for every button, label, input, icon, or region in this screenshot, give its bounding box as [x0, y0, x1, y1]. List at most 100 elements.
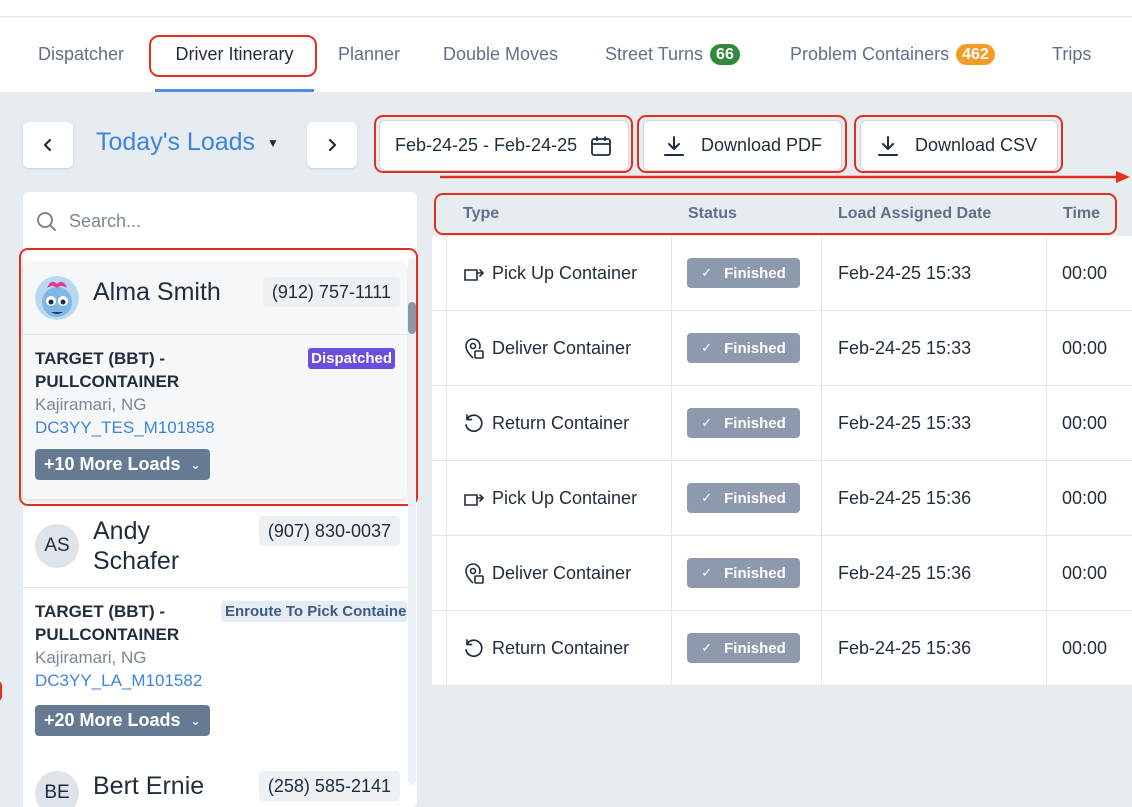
- table-header: Type Status Load Assigned Date Time: [432, 192, 1132, 236]
- status-badge: Dispatched: [308, 348, 395, 369]
- row-assigned-date: Feb-24-25 15:33: [838, 338, 972, 358]
- load-customer: TARGET (BBT) - PULLCONTAINER: [35, 349, 180, 391]
- table-row[interactable]: Return Container ✓ Finished Feb-24-25 15:…: [432, 386, 1132, 461]
- driver-name: Schafer: [93, 547, 180, 575]
- driver-phone: (907) 830-0037: [258, 516, 400, 546]
- row-type: Pick Up Container: [446, 236, 671, 311]
- row-assigned-date: Feb-24-25 15:33: [838, 413, 972, 433]
- table-row[interactable]: Deliver Container ✓ Finished Feb-24-25 15…: [432, 536, 1132, 611]
- tab-label: Double Moves: [443, 43, 559, 64]
- row-time: 00:00: [1062, 488, 1108, 508]
- table-row[interactable]: Pick Up Container ✓ Finished Feb-24-25 15…: [432, 236, 1132, 311]
- row-type-label: Deliver Container: [492, 563, 632, 583]
- search-input[interactable]: Search...: [69, 211, 141, 232]
- date-range-picker[interactable]: Feb-24-25 - Feb-24-25: [379, 120, 629, 171]
- load-reference-link[interactable]: DC3YY_LA_M101582: [35, 669, 407, 692]
- cell-divider: [671, 536, 672, 611]
- load-reference-link[interactable]: DC3YY_TES_M101858: [35, 416, 407, 439]
- cell-divider: [1046, 311, 1047, 386]
- chevron-left-icon: [43, 138, 52, 152]
- status-label: Finished: [724, 489, 786, 507]
- scrollbar-track[interactable]: [408, 258, 416, 785]
- status-label: Finished: [724, 414, 786, 432]
- cell-divider: [821, 311, 822, 386]
- load-summary: TARGET (BBT) - PULLCONTAINER Kajiramari,…: [23, 588, 407, 736]
- row-assigned-date: Feb-24-25 15:36: [838, 563, 972, 583]
- calendar-icon: [591, 136, 611, 156]
- search-bar[interactable]: Search...: [23, 192, 417, 250]
- driver-card[interactable]: Alma Smith (912) 757-1111 TARGET (BBT) -…: [23, 263, 407, 499]
- pickup-container-icon: [464, 268, 484, 281]
- row-time: 00:00: [1062, 638, 1108, 658]
- row-type-label: Deliver Container: [492, 338, 632, 358]
- tab-street-turns[interactable]: Street Turns 66: [605, 16, 740, 92]
- row-time: 00:00: [1062, 263, 1108, 283]
- count-badge: 462: [956, 43, 995, 65]
- cell-divider: [671, 386, 672, 461]
- cell-divider: [671, 311, 672, 386]
- column-header-type: Type: [463, 205, 500, 222]
- annotation-box: [0, 680, 2, 702]
- download-pdf-label: Download PDF: [701, 135, 823, 155]
- row-assigned-date: Feb-24-25 15:33: [838, 263, 972, 283]
- row-type-label: Return Container: [492, 413, 630, 433]
- tab-double-moves[interactable]: Double Moves: [443, 16, 558, 92]
- table-row[interactable]: Deliver Container ✓ Finished Feb-24-25 15…: [432, 311, 1132, 386]
- annotation-arrow-icon: [440, 171, 1130, 183]
- deliver-container-icon: [465, 337, 484, 359]
- check-icon: ✓: [701, 490, 713, 505]
- check-icon: ✓: [701, 415, 713, 430]
- tab-dispatcher[interactable]: Dispatcher: [38, 16, 124, 92]
- driver-card[interactable]: BE Bert Ernie (258) 585-2141: [23, 759, 407, 807]
- tab-problem-containers[interactable]: Problem Containers 462: [790, 16, 995, 92]
- column-header-time: Time: [1063, 205, 1101, 222]
- status-label: Finished: [724, 264, 786, 282]
- load-location: Kajiramari, NG: [35, 395, 147, 414]
- download-csv-button[interactable]: Download CSV: [860, 120, 1058, 171]
- table-row[interactable]: Return Container ✓ Finished Feb-24-25 15:…: [432, 611, 1132, 686]
- load-customer: TARGET (BBT) - PULLCONTAINER: [35, 602, 180, 644]
- driver-card[interactable]: AS Andy Schafer (907) 830-0037 TARGET (B…: [23, 510, 407, 752]
- tab-trips[interactable]: Trips: [1052, 16, 1091, 92]
- column-header-status: Status: [688, 205, 737, 222]
- download-pdf-button[interactable]: Download PDF: [643, 120, 842, 171]
- status-badge: ✓ Finished: [687, 258, 800, 288]
- row-type: Pick Up Container: [446, 461, 671, 536]
- avatar: BE: [35, 771, 79, 807]
- row-time: 00:00: [1062, 413, 1108, 433]
- more-loads-button[interactable]: +10 More Loads ⌄: [35, 449, 210, 480]
- prev-day-button[interactable]: [23, 122, 73, 168]
- more-loads-button[interactable]: +20 More Loads ⌄: [35, 705, 210, 736]
- more-loads-label: +20 More Loads: [44, 710, 181, 730]
- table-row[interactable]: Pick Up Container ✓ Finished Feb-24-25 15…: [432, 461, 1132, 536]
- row-type: Return Container: [446, 386, 671, 461]
- download-csv-label: Download CSV: [915, 135, 1038, 155]
- chevron-down-icon: ⌄: [190, 713, 201, 728]
- tab-label: Driver Itinerary: [175, 43, 294, 64]
- tab-label: Street Turns: [605, 43, 704, 64]
- column-header-assigned-date: Load Assigned Date: [838, 205, 992, 222]
- driver-phone: (258) 585-2141: [258, 771, 400, 801]
- more-loads-label: +10 More Loads: [44, 454, 181, 474]
- next-day-button[interactable]: [307, 122, 357, 168]
- scrollbar-thumb[interactable]: [408, 302, 416, 334]
- loads-title-dropdown[interactable]: Today's Loads ▼: [96, 128, 279, 157]
- row-type: Deliver Container: [446, 311, 671, 386]
- tab-list: Dispatcher Driver Itinerary Planner Doub…: [0, 16, 1132, 92]
- tab-planner[interactable]: Planner: [338, 16, 400, 92]
- cell-divider: [1046, 461, 1047, 536]
- row-time: 00:00: [1062, 338, 1108, 358]
- search-icon: [37, 211, 56, 231]
- chevron-down-icon: ⌄: [190, 457, 201, 472]
- row-assigned-date: Feb-24-25 15:36: [838, 488, 972, 508]
- status-label: Finished: [724, 339, 786, 357]
- load-summary: TARGET (BBT) - PULLCONTAINER Kajiramari,…: [23, 335, 407, 480]
- status-badge: ✓ Finished: [687, 558, 800, 588]
- tab-label: Dispatcher: [38, 43, 125, 64]
- status-badge: Enroute To Pick Containe: [221, 601, 407, 622]
- avatar: AS: [35, 524, 79, 568]
- driver-phone: (912) 757-1111: [262, 277, 400, 307]
- tab-driver-itinerary[interactable]: Driver Itinerary: [155, 16, 314, 92]
- check-icon: ✓: [701, 340, 713, 355]
- tab-label: Problem Containers: [790, 43, 950, 64]
